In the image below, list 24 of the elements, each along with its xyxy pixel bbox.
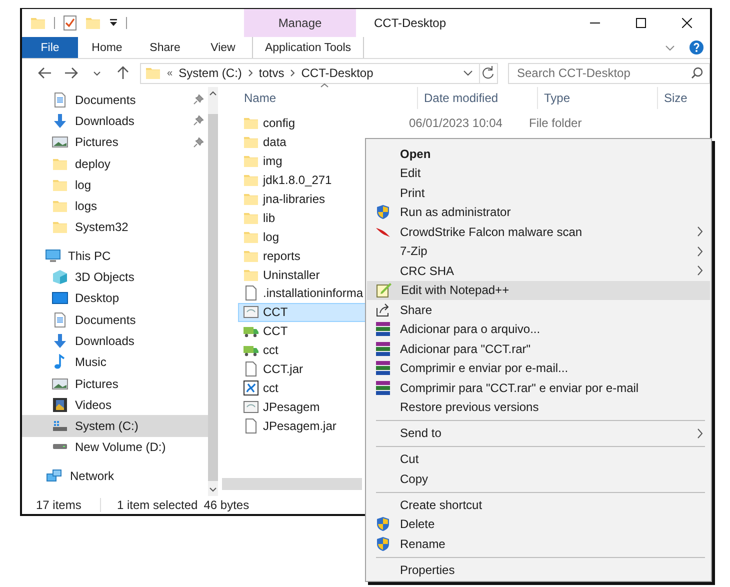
file-name: reports: [263, 248, 300, 263]
file-name: CCT: [263, 305, 288, 320]
file-name: log: [263, 230, 280, 244]
file-name: jna-libraries: [263, 192, 326, 206]
file-name: CCT.jar: [263, 362, 304, 376]
selection-count: 1 item selected: [100, 498, 198, 512]
file-name: jdk1.8.0_271: [263, 173, 332, 188]
date-modified: 06/01/2023 10:04: [409, 116, 502, 130]
file-name: .installationinforma: [263, 286, 364, 300]
item-count: 17 items: [36, 498, 82, 512]
file-name: JPesagem.jar: [263, 418, 336, 433]
file-name: cct: [263, 380, 278, 395]
window-title: CCT-Desktop: [374, 16, 446, 30]
file-name: img: [263, 154, 282, 168]
file-name: config: [263, 116, 296, 130]
selection-size: 46 bytes: [204, 498, 250, 512]
file-name: cct: [263, 343, 278, 358]
contextual-tab-group: Manage: [244, 9, 356, 37]
file-type: File folder: [529, 116, 582, 130]
file-name: Uninstaller: [263, 268, 320, 282]
file-name: data: [263, 135, 286, 150]
file-name: JPesagem: [263, 400, 320, 414]
file-name: lib: [263, 210, 276, 225]
file-name: CCT: [263, 324, 288, 338]
